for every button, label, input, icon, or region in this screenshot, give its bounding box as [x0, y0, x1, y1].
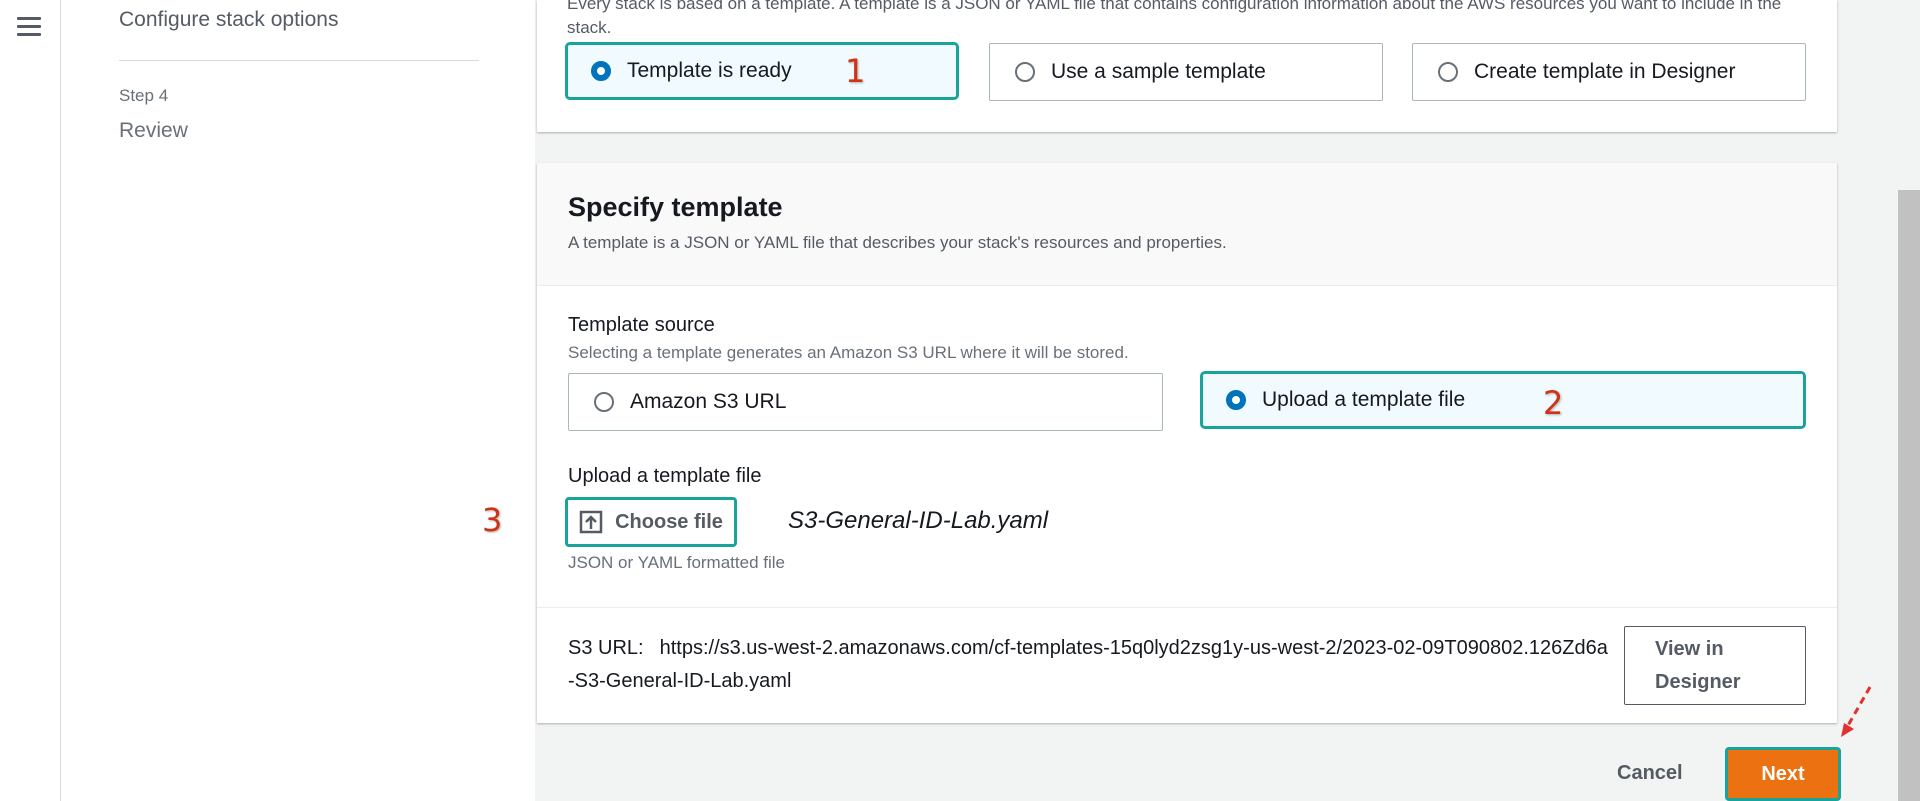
specify-template-card: Specify template A template is a JSON or… — [537, 163, 1837, 723]
option-upload-template-file[interactable]: Upload a template file — [1200, 371, 1806, 429]
step-configure-stack-options[interactable]: Configure stack options — [119, 8, 338, 32]
wizard-steps-nav: Configure stack options Step 4 Review — [61, 0, 535, 801]
option-amazon-s3-url[interactable]: Amazon S3 URL — [568, 373, 1163, 431]
left-rail — [0, 0, 61, 801]
view-in-designer-button[interactable]: View in Designer — [1624, 626, 1806, 705]
choose-file-button[interactable]: Choose file — [565, 497, 737, 547]
radio-unselected-icon[interactable] — [1015, 62, 1035, 82]
selected-file-name: S3-General-ID-Lab.yaml — [788, 507, 1049, 534]
option-label: Amazon S3 URL — [630, 390, 787, 413]
s3-url-value: https://s3.us-west-2.amazonaws.com/cf-te… — [568, 637, 1608, 692]
option-create-in-designer[interactable]: Create template in Designer — [1412, 43, 1806, 101]
next-label: Next — [1761, 762, 1805, 785]
annotation-arrow-icon — [1841, 686, 1872, 737]
section-description: A template is a JSON or YAML file that d… — [568, 233, 1227, 252]
option-label: Upload a template file — [1262, 388, 1466, 411]
page-scrollbar[interactable] — [1898, 190, 1920, 801]
radio-selected-icon[interactable] — [591, 61, 611, 81]
s3-url-text: S3 URL: https://s3.us-west-2.amazonaws.co… — [568, 632, 1608, 698]
upload-hint: JSON or YAML formatted file — [568, 553, 785, 572]
annotation-marker-2: 2 — [1543, 384, 1564, 422]
s3-url-row: S3 URL: https://s3.us-west-2.amazonaws.co… — [537, 607, 1837, 724]
annotation-marker-1: 1 — [845, 52, 866, 90]
option-label: Template is ready — [627, 59, 792, 82]
template-source-hint: Selecting a template generates an Amazon… — [568, 343, 1129, 362]
next-button[interactable]: Next — [1725, 747, 1841, 801]
cancel-button[interactable]: Cancel — [1617, 762, 1683, 785]
option-use-sample-template[interactable]: Use a sample template — [989, 43, 1383, 101]
template-source-label: Template source — [568, 314, 715, 336]
radio-unselected-icon[interactable] — [594, 392, 614, 412]
option-label: Use a sample template — [1051, 60, 1266, 83]
radio-selected-icon[interactable] — [1226, 390, 1246, 410]
radio-unselected-icon[interactable] — [1438, 62, 1458, 82]
annotation-marker-3: 3 — [482, 501, 503, 539]
upload-icon — [579, 510, 603, 534]
option-template-is-ready[interactable]: Template is ready — [565, 42, 959, 100]
view-in-designer-line1: View in — [1655, 638, 1724, 660]
view-in-designer-line2: Designer — [1655, 671, 1741, 693]
specify-template-header: Specify template A template is a JSON or… — [537, 163, 1837, 286]
step-4-number: Step 4 — [119, 86, 169, 105]
s3-url-key: S3 URL: — [568, 637, 644, 659]
menu-icon[interactable] — [17, 17, 41, 37]
prepare-template-description: Every stack is based on a template. A te… — [567, 0, 1782, 37]
upload-file-label: Upload a template file — [568, 465, 762, 487]
nav-divider — [119, 60, 479, 61]
option-label: Create template in Designer — [1474, 60, 1736, 83]
step-review[interactable]: Review — [119, 119, 188, 143]
section-title: Specify template — [568, 192, 783, 222]
choose-file-label: Choose file — [615, 510, 723, 533]
